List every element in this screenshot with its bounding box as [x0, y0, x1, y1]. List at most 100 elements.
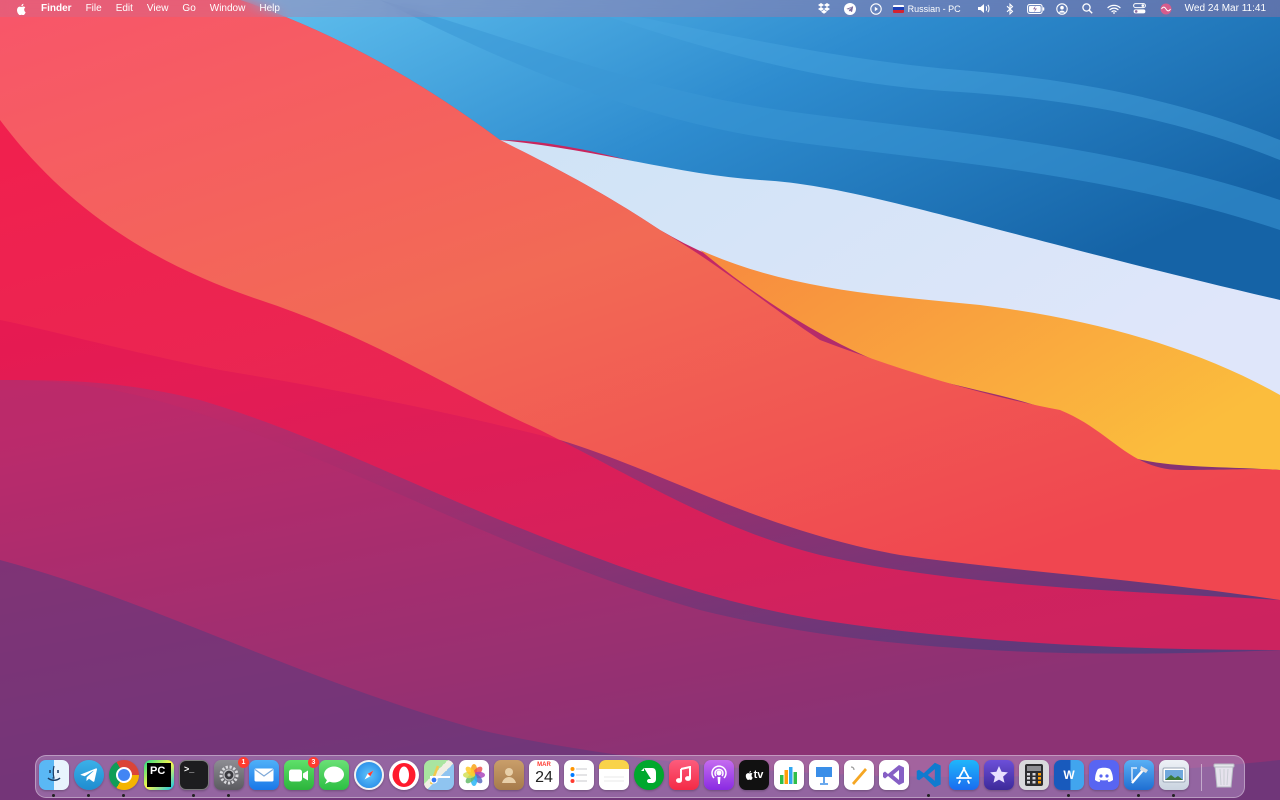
dock-facetime[interactable]: 3: [284, 757, 319, 790]
dock-vscode[interactable]: [914, 760, 944, 797]
dock-preview[interactable]: [1159, 760, 1189, 797]
dock-imovie[interactable]: [984, 760, 1014, 790]
dock-apple-tv[interactable]: tv: [739, 760, 769, 790]
dock-system-preferences[interactable]: 1: [214, 757, 249, 797]
spotlight-search-icon[interactable]: [1075, 0, 1101, 17]
play-circle-icon[interactable]: [863, 0, 889, 17]
menu-window[interactable]: Window: [203, 0, 253, 17]
apple-tv-icon: tv: [739, 760, 769, 790]
dock-opera[interactable]: [389, 760, 419, 790]
dock-reminders[interactable]: [564, 760, 594, 790]
music-note-icon: [669, 760, 699, 790]
evernote-elephant-icon: [634, 760, 664, 790]
word-icon: W: [1054, 760, 1084, 790]
menu-help[interactable]: Help: [252, 0, 287, 17]
discord-controller-icon: [1089, 760, 1119, 790]
visual-studio-icon: [879, 760, 909, 790]
apple-tv-label: tv: [753, 769, 764, 781]
dock-podcasts[interactable]: [704, 760, 734, 790]
dock-mail[interactable]: [249, 760, 279, 790]
dock-calendar[interactable]: MAR 24: [529, 760, 559, 790]
user-account-icon[interactable]: [1049, 0, 1075, 17]
finder-icon: [39, 760, 69, 790]
menu-edit[interactable]: Edit: [109, 0, 140, 17]
dock-photos[interactable]: [459, 760, 489, 790]
apple-menu-icon[interactable]: [14, 2, 28, 16]
calendar-month-label: MAR: [537, 762, 551, 768]
calendar-icon: MAR 24: [529, 760, 559, 790]
pages-pen-icon: [844, 760, 874, 790]
notification-badge: 3: [308, 757, 319, 768]
trash-icon: [1209, 760, 1239, 790]
keynote-podium-icon: [809, 760, 839, 790]
numbers-chart-icon: [774, 760, 804, 790]
preview-photos-icon: [1159, 760, 1189, 790]
xcode-hammer-icon: [1124, 760, 1154, 790]
opera-icon: [389, 760, 419, 790]
dock-google-chrome[interactable]: [109, 760, 139, 797]
running-indicator: [122, 794, 125, 797]
dock-maps[interactable]: [424, 760, 454, 790]
dock-pages[interactable]: [844, 760, 874, 790]
menu-clock[interactable]: Wed 24 Mar 11:41: [1185, 3, 1266, 14]
word-label: W: [1063, 768, 1075, 782]
telegram-icon: [74, 760, 104, 790]
pycharm-icon: PC: [144, 760, 174, 790]
dock-keynote[interactable]: [809, 760, 839, 790]
terminal-prompt-label: >_: [184, 764, 195, 774]
dock-notes[interactable]: [599, 760, 629, 790]
dock-discord[interactable]: [1089, 760, 1119, 790]
calendar-day-label: 24: [535, 769, 553, 786]
menu-go[interactable]: Go: [175, 0, 202, 17]
dock-trash[interactable]: [1209, 760, 1239, 790]
menu-view[interactable]: View: [140, 0, 176, 17]
dock-telegram[interactable]: [74, 760, 104, 797]
control-center-icon[interactable]: [1127, 0, 1153, 17]
dock-app-store[interactable]: [949, 760, 979, 790]
running-indicator: [1067, 794, 1070, 797]
menu-bar: Finder File Edit View Go Window Help Rus…: [0, 0, 1280, 17]
dock-visual-studio[interactable]: [879, 760, 909, 790]
running-indicator: [192, 794, 195, 797]
dock-divider: [1201, 764, 1202, 791]
dock-terminal[interactable]: >_: [179, 760, 209, 797]
pycharm-label: PC: [147, 763, 171, 787]
menu-file[interactable]: File: [79, 0, 109, 17]
notes-icon: [599, 760, 629, 790]
menu-app-name[interactable]: Finder: [41, 0, 79, 17]
dropbox-icon[interactable]: [811, 0, 837, 17]
running-indicator: [927, 794, 930, 797]
notification-badge: 1: [238, 757, 249, 768]
reminders-list-icon: [564, 760, 594, 790]
siri-icon[interactable]: [1153, 0, 1179, 17]
dock-messages[interactable]: [319, 760, 349, 790]
dock-evernote[interactable]: [634, 760, 664, 790]
messages-icon: [319, 760, 349, 790]
calculator-icon: [1019, 760, 1049, 790]
dock-contacts[interactable]: [494, 760, 524, 790]
dock-safari[interactable]: [354, 760, 384, 790]
running-indicator: [87, 794, 90, 797]
terminal-icon: >_: [179, 760, 209, 790]
dock: PC >_ 1 3 MAR 24 tv W: [35, 755, 1245, 798]
wifi-icon[interactable]: [1101, 0, 1127, 17]
telegram-status-icon[interactable]: [837, 0, 863, 17]
dock-pycharm[interactable]: PC: [144, 760, 174, 790]
podcasts-icon: [704, 760, 734, 790]
safari-compass-icon: [354, 760, 384, 790]
running-indicator: [227, 794, 230, 797]
dock-xcode[interactable]: [1124, 760, 1154, 797]
dock-music[interactable]: [669, 760, 699, 790]
dock-calculator[interactable]: [1019, 760, 1049, 790]
desktop-wallpaper: [0, 0, 1280, 800]
volume-icon[interactable]: [971, 0, 997, 17]
bluetooth-icon[interactable]: [997, 0, 1023, 17]
input-source-label: Russian - PC: [907, 3, 961, 14]
dock-numbers[interactable]: [774, 760, 804, 790]
input-source-menu[interactable]: Russian - PC: [892, 3, 961, 14]
battery-icon[interactable]: [1023, 0, 1049, 17]
dock-finder[interactable]: [39, 760, 69, 797]
imovie-star-icon: [984, 760, 1014, 790]
dock-microsoft-word[interactable]: W: [1054, 760, 1084, 797]
running-indicator: [1137, 794, 1140, 797]
